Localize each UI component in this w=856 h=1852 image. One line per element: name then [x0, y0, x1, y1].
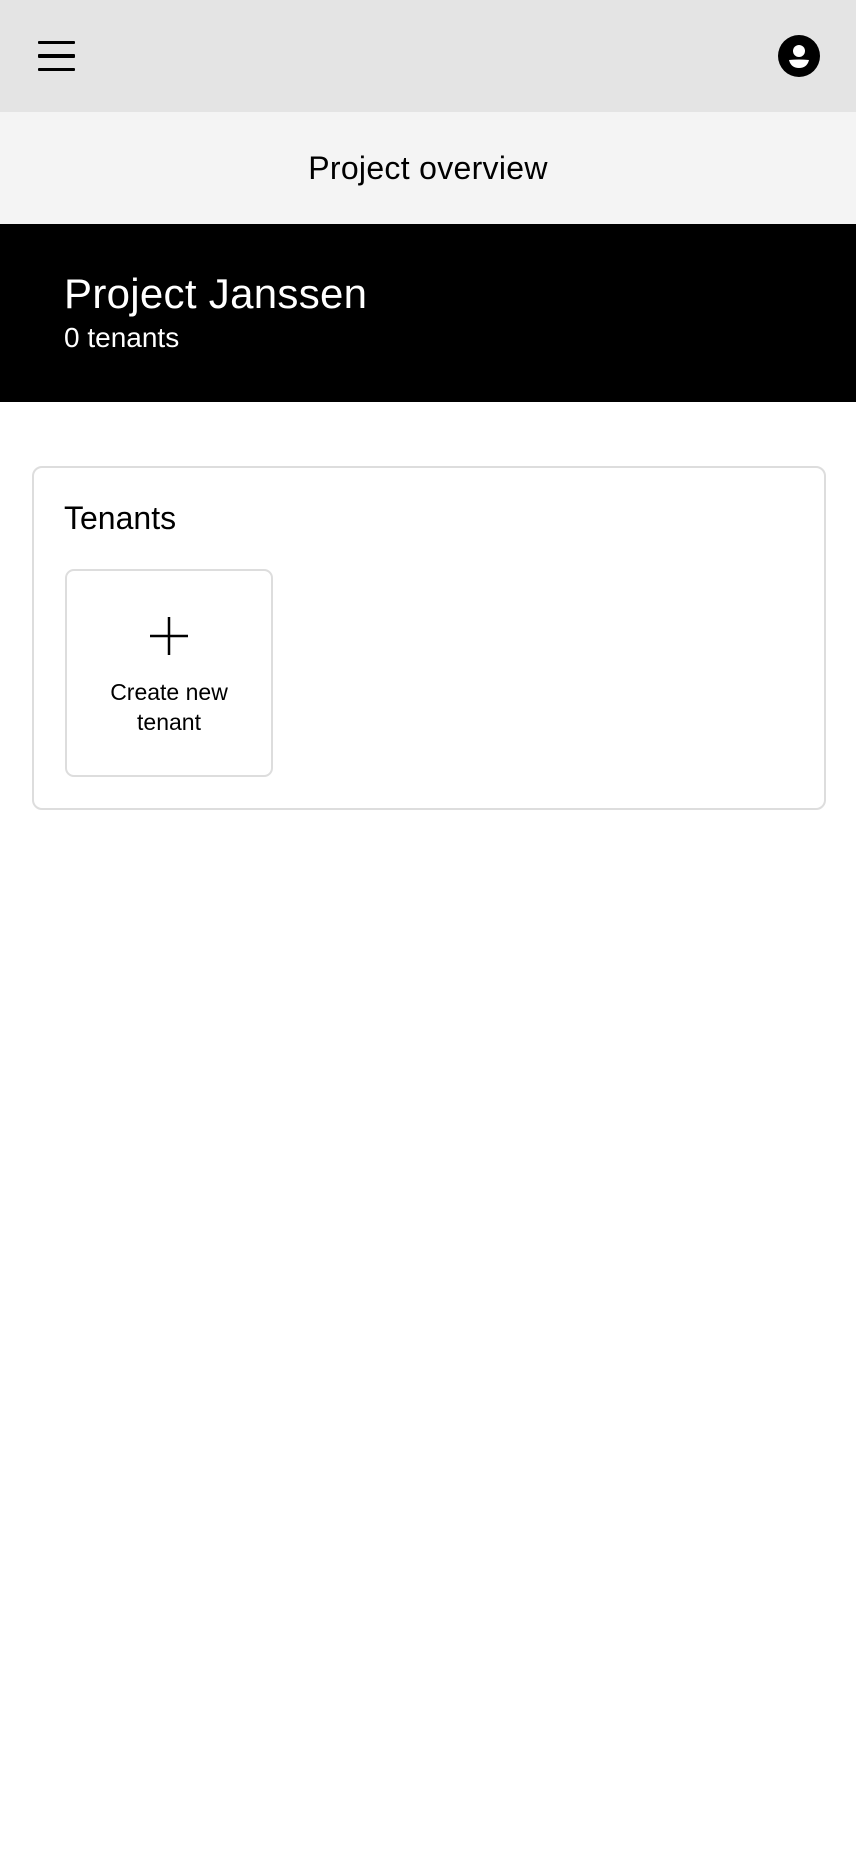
page-title: Project overview	[308, 149, 548, 186]
create-new-tenant-label: Create new tenant	[67, 677, 271, 737]
hamburger-menu-icon-bar	[37, 40, 75, 45]
tenants-card: Tenants Create new tenant	[32, 466, 826, 810]
hamburger-menu-button[interactable]	[30, 30, 82, 82]
create-new-tenant-label-line1: Create new	[110, 679, 228, 705]
user-avatar-button[interactable]	[778, 35, 820, 77]
hamburger-menu-icon-bar	[37, 54, 75, 58]
tenants-section-title: Tenants	[64, 500, 177, 536]
create-new-tenant-label-line2: tenant	[137, 709, 201, 735]
project-name: Project Janssen	[64, 270, 368, 317]
create-new-tenant-button[interactable]: Create new tenant	[65, 569, 273, 777]
page-title-bar: Project overview	[0, 112, 856, 224]
hamburger-menu-icon-bar	[37, 67, 75, 72]
project-hero-banner: Project Janssen 0 tenants	[0, 224, 856, 402]
user-avatar-icon	[778, 35, 820, 77]
plus-icon	[150, 617, 188, 655]
tenant-count: 0 tenants	[64, 322, 180, 353]
top-app-bar	[0, 0, 856, 112]
